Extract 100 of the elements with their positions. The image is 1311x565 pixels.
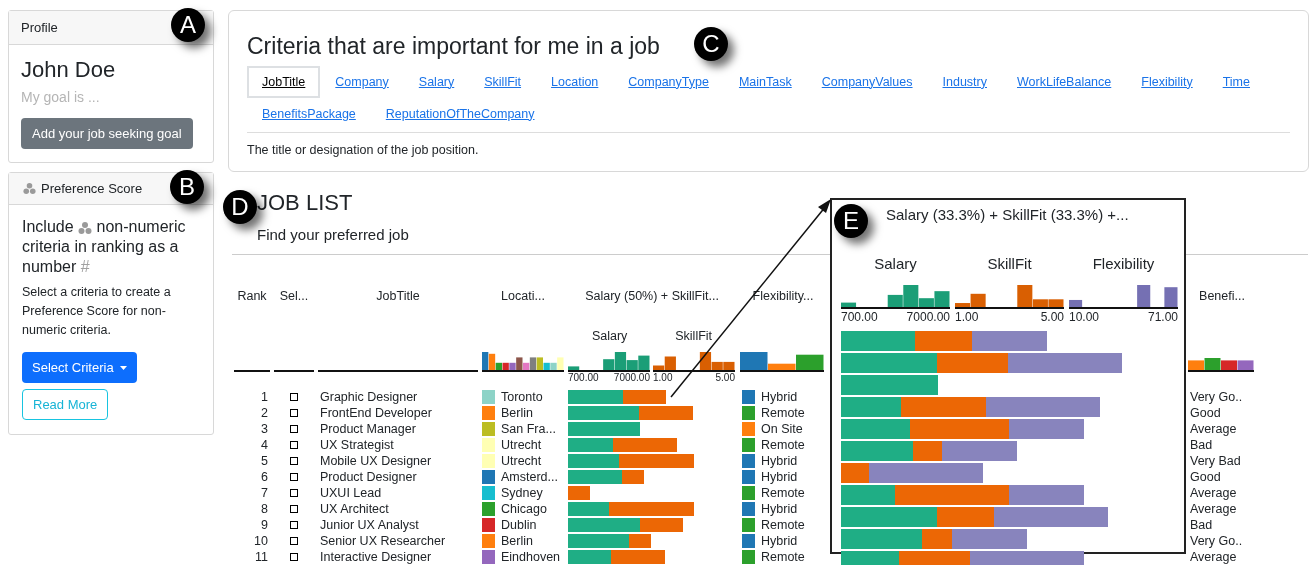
rank-number: 7 xyxy=(261,485,268,500)
criteria-tab[interactable]: CompanyType xyxy=(613,66,724,98)
criteria-tab[interactable]: WorkLifeBalance xyxy=(1002,66,1127,98)
criteria-tab[interactable]: Location xyxy=(536,66,614,98)
benefits-histogram xyxy=(1188,358,1254,372)
flexibility-text: Hybrid xyxy=(761,500,798,518)
location-text: Berlin xyxy=(501,532,533,550)
flexibility-text: Remote xyxy=(761,548,805,565)
benefit-text: Very Go.. xyxy=(1190,533,1243,548)
criteria-tab[interactable]: Time xyxy=(1207,66,1265,98)
axis-tick-label: 5.00 xyxy=(715,372,735,384)
flexibility-text: On Site xyxy=(761,420,803,438)
job-title: Product Manager xyxy=(320,421,416,436)
column-header: Flexibility... xyxy=(752,288,814,303)
cluster-icon xyxy=(23,182,36,195)
row-checkbox[interactable] xyxy=(290,473,298,481)
flexibility-text: Hybrid xyxy=(761,468,798,486)
column-sublabel: Salary xyxy=(591,328,628,343)
job-title: Graphic Designer xyxy=(320,389,418,404)
axis-tick-label: 7000.00 xyxy=(906,310,950,324)
benefit-text: Good xyxy=(1190,405,1221,420)
criteria-tab[interactable]: Company xyxy=(320,66,404,98)
criteria-tab[interactable]: SkillFit xyxy=(469,66,537,98)
callout-marker: D xyxy=(223,190,257,224)
stacked-bar-drawing xyxy=(568,486,590,500)
job-title: UX Strategist xyxy=(320,437,394,452)
caret-icon xyxy=(119,365,127,370)
job-title: FrontEnd Developer xyxy=(320,405,432,420)
axis-tick-label: 10.00 xyxy=(1069,310,1100,324)
flexibility-text: Remote xyxy=(761,516,805,534)
location-text: Utrecht xyxy=(501,436,542,454)
row-checkbox[interactable] xyxy=(290,409,298,417)
column-sublabel: SkillFit xyxy=(675,328,713,343)
benefit-text: Good xyxy=(1190,469,1221,484)
flexibility-text: Hybrid xyxy=(761,388,798,406)
axis-tick-label: 71.00 xyxy=(1147,310,1178,324)
benefit-text: Very Go.. xyxy=(1190,389,1243,404)
benefit-text: Average xyxy=(1190,501,1237,516)
goal-text: My goal is ... xyxy=(21,88,100,107)
axis-tick-label: 700.00 xyxy=(841,310,878,324)
rank-number: 3 xyxy=(261,421,268,436)
row-checkbox[interactable] xyxy=(290,537,298,545)
criteria-tab[interactable]: MainTask xyxy=(723,66,807,98)
rank-number: 1 xyxy=(261,389,268,404)
chart-label: Flexibility xyxy=(1092,254,1155,273)
job-title: Product Designer xyxy=(320,469,417,484)
rank-number: 2 xyxy=(261,405,268,420)
criteria-tab[interactable]: Flexibility xyxy=(1126,66,1208,98)
job-title: Interactive Designer xyxy=(320,549,432,564)
criteria-tab[interactable]: ReputationOfTheCompany xyxy=(370,98,550,130)
profile-name: John Doe xyxy=(21,56,116,84)
location-text: Sydney xyxy=(501,484,543,502)
rank-number: 9 xyxy=(261,517,268,532)
criteria-tab[interactable]: Salary xyxy=(403,66,470,98)
axis-tick-label: 1.00 xyxy=(955,310,979,324)
card-title: Preference Score xyxy=(41,179,143,198)
flexibility-text: Remote xyxy=(761,484,805,502)
flexibility-text: Hybrid xyxy=(761,532,798,550)
preference-heading: Include non-numeric criteria in ranking as a number # xyxy=(22,217,187,277)
select-criteria-button[interactable]: Select Criteria xyxy=(22,352,137,383)
row-checkbox[interactable] xyxy=(290,553,298,561)
benefit-text: Average xyxy=(1190,549,1237,564)
cluster-icon xyxy=(78,220,93,235)
row-checkbox[interactable] xyxy=(290,489,298,497)
criteria-tab[interactable]: CompanyValues xyxy=(806,66,928,98)
location-text: Eindhoven xyxy=(501,548,561,565)
location-text: Amsterd... xyxy=(501,468,558,486)
rank-number: 11 xyxy=(255,549,268,564)
flexibility-text: Remote xyxy=(761,404,805,422)
row-checkbox[interactable] xyxy=(290,457,298,465)
rank-number: 5 xyxy=(261,453,268,468)
callout-marker: C xyxy=(694,27,728,61)
benefit-text: Bad xyxy=(1190,517,1213,532)
axis-tick-label: 7000.00 xyxy=(613,372,650,384)
criteria-tab[interactable]: BenefitsPackage xyxy=(247,98,371,130)
location-text: Berlin xyxy=(501,404,533,422)
job-title: Junior UX Analyst xyxy=(320,517,419,532)
job-title: Mobile UX Designer xyxy=(320,453,432,468)
add-goal-button[interactable]: Add your job seeking goal xyxy=(21,118,193,149)
row-checkbox[interactable] xyxy=(290,393,298,401)
criteria-tab[interactable]: Industry xyxy=(927,66,1002,98)
location-text: Toronto xyxy=(501,388,543,406)
column-header: Benefi... xyxy=(1199,288,1245,303)
column-header: JobTitle xyxy=(376,288,420,303)
criteria-tab[interactable]: JobTitle xyxy=(247,66,321,98)
preference-description: Select a criteria to create a Preference Score for non-numeric criteria. xyxy=(22,284,172,339)
column-header: Sel... xyxy=(279,288,309,303)
criteria-description: The title or designation of the job position. xyxy=(247,142,480,159)
row-checkbox[interactable] xyxy=(290,521,298,529)
stacked-bar-drawing xyxy=(568,422,640,436)
location-text: Dublin xyxy=(501,516,537,534)
location-text: San Fra... xyxy=(501,420,556,438)
benefit-text: Average xyxy=(1190,485,1237,500)
row-checkbox[interactable] xyxy=(290,441,298,449)
row-checkbox[interactable] xyxy=(290,425,298,433)
criteria-title: Criteria that are important for me in a job xyxy=(247,32,660,61)
row-checkbox[interactable] xyxy=(290,505,298,513)
column-header: Salary (50%) + SkillFit... xyxy=(585,288,719,303)
benefit-text: Bad xyxy=(1190,437,1213,452)
read-more-button[interactable]: Read More xyxy=(22,389,109,420)
